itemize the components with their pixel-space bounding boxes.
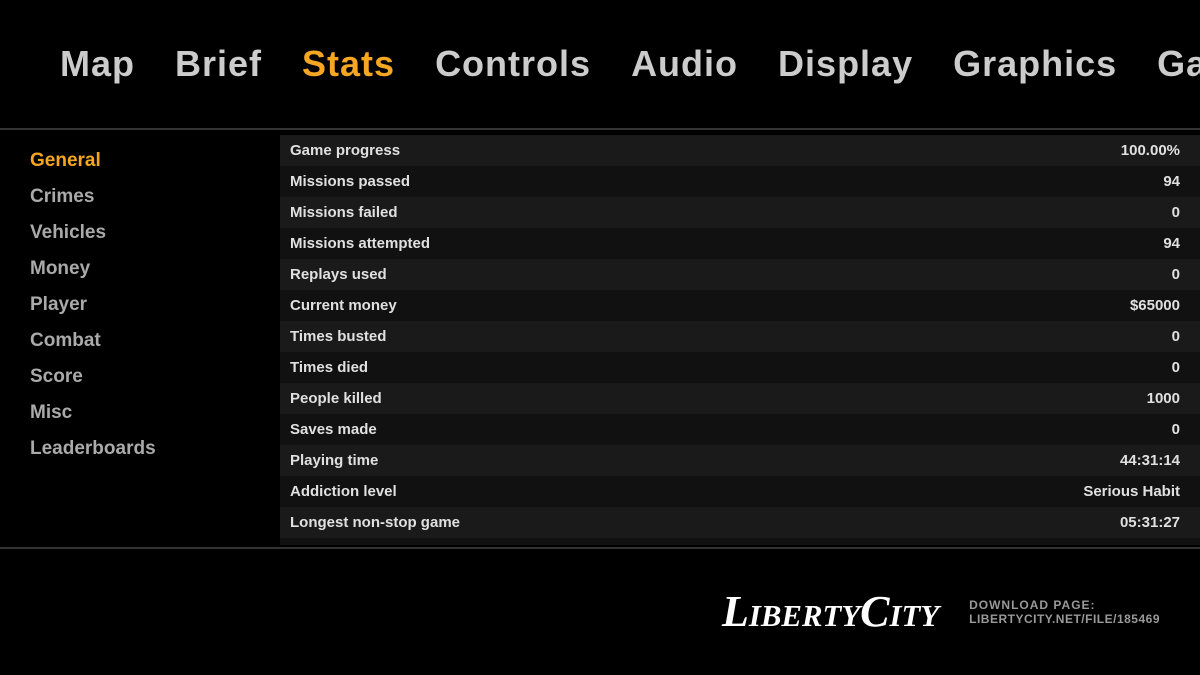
nav-item-audio[interactable]: Audio — [631, 43, 738, 85]
stat-value: 100.00% — [1121, 142, 1180, 159]
top-navigation: Map Brief Stats Controls Audio Display Graphic… — [0, 0, 1200, 130]
stat-label: Times busted — [290, 328, 1152, 345]
table-row: Missions passed 94 — [280, 166, 1200, 197]
table-row: Favorite radio stationThe Vibe 98.8 — [280, 538, 1200, 545]
stat-value: 0 — [1172, 266, 1180, 283]
stats-area[interactable]: Game progress100.00%Missions passed94Mis… — [280, 130, 1200, 545]
table-row: Times died 0 — [280, 352, 1200, 383]
nav-item-controls[interactable]: Controls — [435, 43, 591, 85]
stat-label: Missions attempted — [290, 235, 1143, 252]
sidebar-item-player[interactable]: Player — [30, 294, 250, 316]
nav-item-stats[interactable]: Stats — [302, 43, 395, 85]
nav-item-brief[interactable]: Brief — [175, 43, 262, 85]
table-row: Replays used 0 — [280, 259, 1200, 290]
stat-label: People killed — [290, 390, 1127, 407]
stat-label: Missions failed — [290, 204, 1152, 221]
sidebar-item-money[interactable]: Money — [30, 258, 250, 280]
table-row: Missions attempted 94 — [280, 228, 1200, 259]
sidebar-item-crimes[interactable]: Crimes — [30, 186, 250, 208]
download-label: DOWNLOAD PAGE: — [969, 598, 1160, 612]
stat-label: Addiction level — [290, 483, 1063, 500]
stat-value: 94 — [1163, 235, 1180, 252]
table-row: Missions failed 0 — [280, 197, 1200, 228]
sidebar-item-vehicles[interactable]: Vehicles — [30, 222, 250, 244]
footer: LIBERTYCITY DOWNLOAD PAGE: LIBERTYCITY.N… — [0, 547, 1200, 675]
stat-value: 94 — [1163, 173, 1180, 190]
table-row: Game progress 100.00% — [280, 135, 1200, 166]
stat-value: 1000 — [1147, 390, 1180, 407]
nav-item-display[interactable]: Display — [778, 43, 913, 85]
sidebar-item-general[interactable]: General — [30, 150, 250, 172]
footer-info: DOWNLOAD PAGE: LIBERTYCITY.NET/FILE/1854… — [969, 598, 1160, 626]
table-row: Times busted 0 — [280, 321, 1200, 352]
stat-value: 0 — [1172, 421, 1180, 438]
nav-item-graphics[interactable]: Graphics — [953, 43, 1117, 85]
stat-label: Game progress — [290, 142, 1101, 159]
stat-label: Current money — [290, 297, 1110, 314]
sidebar-item-leaderboards[interactable]: Leaderboards — [30, 438, 250, 460]
stat-label: Times died — [290, 359, 1152, 376]
stat-value: 0 — [1172, 328, 1180, 345]
stat-label: Replays used — [290, 266, 1152, 283]
stat-label: Longest non-stop game — [290, 514, 1100, 531]
table-row: Longest non-stop game 05:31:27 — [280, 507, 1200, 538]
stat-value: 44:31:14 — [1120, 452, 1180, 469]
logo-block: LIBERTYCITY — [722, 590, 939, 634]
stat-value: 0 — [1172, 359, 1180, 376]
stat-value: 05:31:27 — [1120, 514, 1180, 531]
stat-value: $65000 — [1130, 297, 1180, 314]
sidebar-item-score[interactable]: Score — [30, 366, 250, 388]
main-content: General Crimes Vehicles Money Player Combat Sc… — [0, 130, 1200, 545]
sidebar-item-misc[interactable]: Misc — [30, 402, 250, 424]
stat-label: Saves made — [290, 421, 1152, 438]
nav-item-game[interactable]: Game — [1157, 43, 1200, 85]
table-row: Addiction level Serious Habit — [280, 476, 1200, 507]
table-row: People killed 1000 — [280, 383, 1200, 414]
stat-value: Serious Habit — [1083, 483, 1180, 500]
sidebar-item-combat[interactable]: Combat — [30, 330, 250, 352]
sidebar: General Crimes Vehicles Money Player Combat Sc… — [0, 130, 280, 545]
table-row: Saves made 0 — [280, 414, 1200, 445]
stat-label: Missions passed — [290, 173, 1143, 190]
liberty-city-logo: LIBERTYCITY — [722, 590, 939, 634]
table-row: Current money $65000 — [280, 290, 1200, 321]
table-row: Playing time 44:31:14 — [280, 445, 1200, 476]
stat-label: Playing time — [290, 452, 1100, 469]
stat-value: 0 — [1172, 204, 1180, 221]
nav-item-map[interactable]: Map — [60, 43, 135, 85]
download-url: LIBERTYCITY.NET/FILE/185469 — [969, 612, 1160, 626]
